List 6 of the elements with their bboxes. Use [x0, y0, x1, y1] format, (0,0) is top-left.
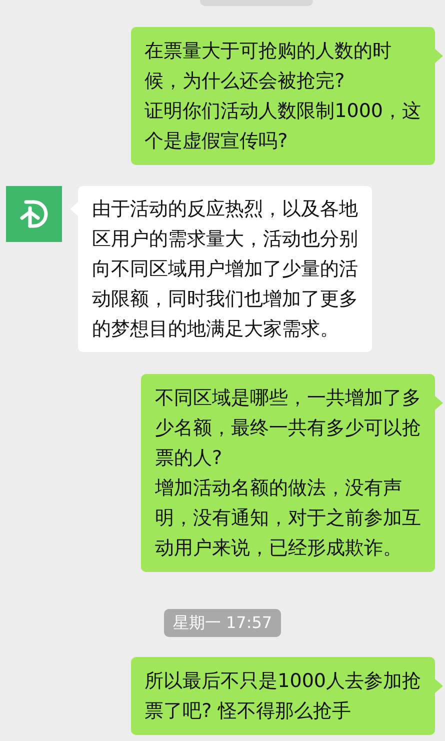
message-text: 由于活动的反应热烈，以及各地 区用户的需求量大，活动也分别 向不同区域用户增加了少量的活 动限额，同时我们也增加了更多 的梦想目的地满足大家需求。 [92, 197, 358, 342]
timestamp: 星期一 17:57 [164, 609, 282, 637]
message-text: 在票量大于可抢购的人数的时 候，为什么还会被抢完? 证明你们活动人数限制1000，这 个是虚假宣传吗? [144, 39, 421, 154]
message-text: 所以最后不只是1000人去参加抢 票了吧? 怪不得那么抢手 [144, 669, 421, 724]
message-text: 不同区域是哪些，一共增加了多 少名额，最终一共有多少可以抢 票的人? 增加活动名额的做法，没有声 明，没有通知，对于之前参加互 动用户来说，已经形成欺诈。 [155, 386, 421, 561]
avatar-icon[interactable] [6, 186, 62, 242]
